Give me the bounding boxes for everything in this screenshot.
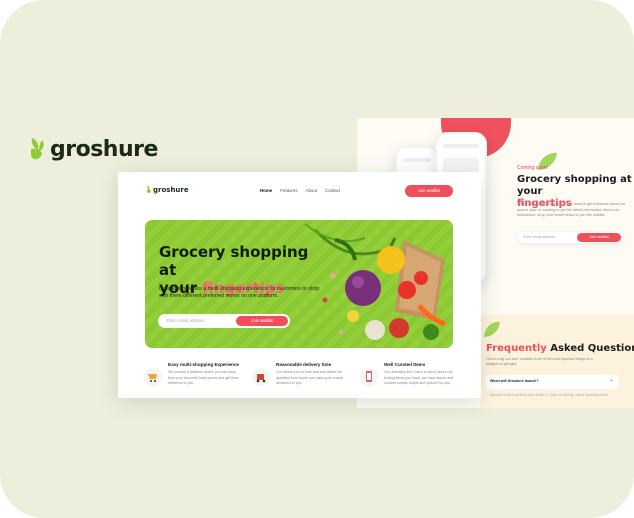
feature-text: We provide a platform where you can shop…: [168, 370, 240, 386]
showcase-frame: groshure Coming soon! Grocery shopping a…: [0, 0, 634, 518]
nav-brand-name: groshure: [153, 185, 189, 194]
feature-title: Easy multi-shopping Experience: [168, 362, 239, 367]
hero-description: Groshure provides a multi-shopping exper…: [159, 286, 320, 299]
coming-email-input[interactable]: Enter email address: [523, 235, 555, 239]
faq-subtitle: This is a big one and I consider it one …: [486, 357, 593, 366]
feature-title: Well Curated Items: [384, 362, 426, 367]
leaf-logo-icon: [147, 185, 151, 194]
faq-section: Frequently Asked Questions This is a big…: [480, 315, 634, 408]
coming-title-text: Grocery shopping at your: [517, 174, 632, 197]
email-input[interactable]: Enter email address: [167, 318, 204, 323]
hero-email-form: Enter email address Join waitlist: [158, 314, 290, 328]
hero-banner: Grocery shopping at your fingertips Gros…: [145, 220, 453, 348]
nav-item-about[interactable]: About: [306, 188, 317, 193]
coming-soon-label: Coming soon!: [517, 165, 548, 171]
faq-title-accent: Frequently: [486, 343, 547, 354]
nav-item-features[interactable]: Features: [280, 188, 297, 193]
brand-logo: groshure: [28, 136, 158, 162]
faq-question: When will Groshure launch?: [490, 379, 539, 383]
nav-item-home[interactable]: Home: [260, 188, 272, 193]
feature-title: Reasonable delivery time: [276, 362, 332, 367]
expand-icon[interactable]: +: [610, 378, 613, 384]
landing-page: groshure Home Features About Contact Joi…: [118, 172, 481, 398]
cart-icon: [144, 368, 162, 386]
leaf-logo-icon: [31, 138, 44, 160]
coming-email-form: Enter email address Join waitlist: [517, 232, 622, 243]
faq-answer: Groshure orders currently come within 2-…: [490, 393, 609, 397]
feature-text: You definitely don't have to worry about…: [384, 370, 454, 386]
nav-item-contact[interactable]: Contact: [325, 188, 340, 193]
brand-name: groshure: [50, 136, 158, 162]
coming-join-button[interactable]: Join waitlist: [577, 233, 621, 242]
feature-text: Our delivery is on time and well within …: [276, 370, 343, 386]
hero-join-button[interactable]: Join waitlist: [236, 316, 288, 326]
feature-item: Easy multi-shopping Experience We provid…: [144, 362, 240, 387]
faq-title: Frequently Asked Questions: [486, 343, 634, 354]
leaf-decoration-icon: [484, 321, 500, 337]
hero-title-line1: Grocery shopping at: [159, 243, 309, 279]
delivery-icon: [252, 368, 270, 386]
nav-logo[interactable]: groshure: [146, 185, 189, 194]
nav-menu: Home Features About Contact: [260, 188, 340, 193]
feature-item: Reasonable delivery time Our delivery is…: [252, 362, 348, 387]
feature-item: Well Curated Items You definitely don't …: [360, 362, 456, 387]
join-waitlist-button[interactable]: Join waitlist: [405, 185, 453, 197]
faq-item[interactable]: When will Groshure launch? +: [486, 375, 618, 389]
phone-icon: [360, 368, 378, 386]
coming-soon-text: We're launching very soon! If you want t…: [517, 202, 626, 217]
faq-title-rest: Asked Questions: [550, 343, 634, 354]
